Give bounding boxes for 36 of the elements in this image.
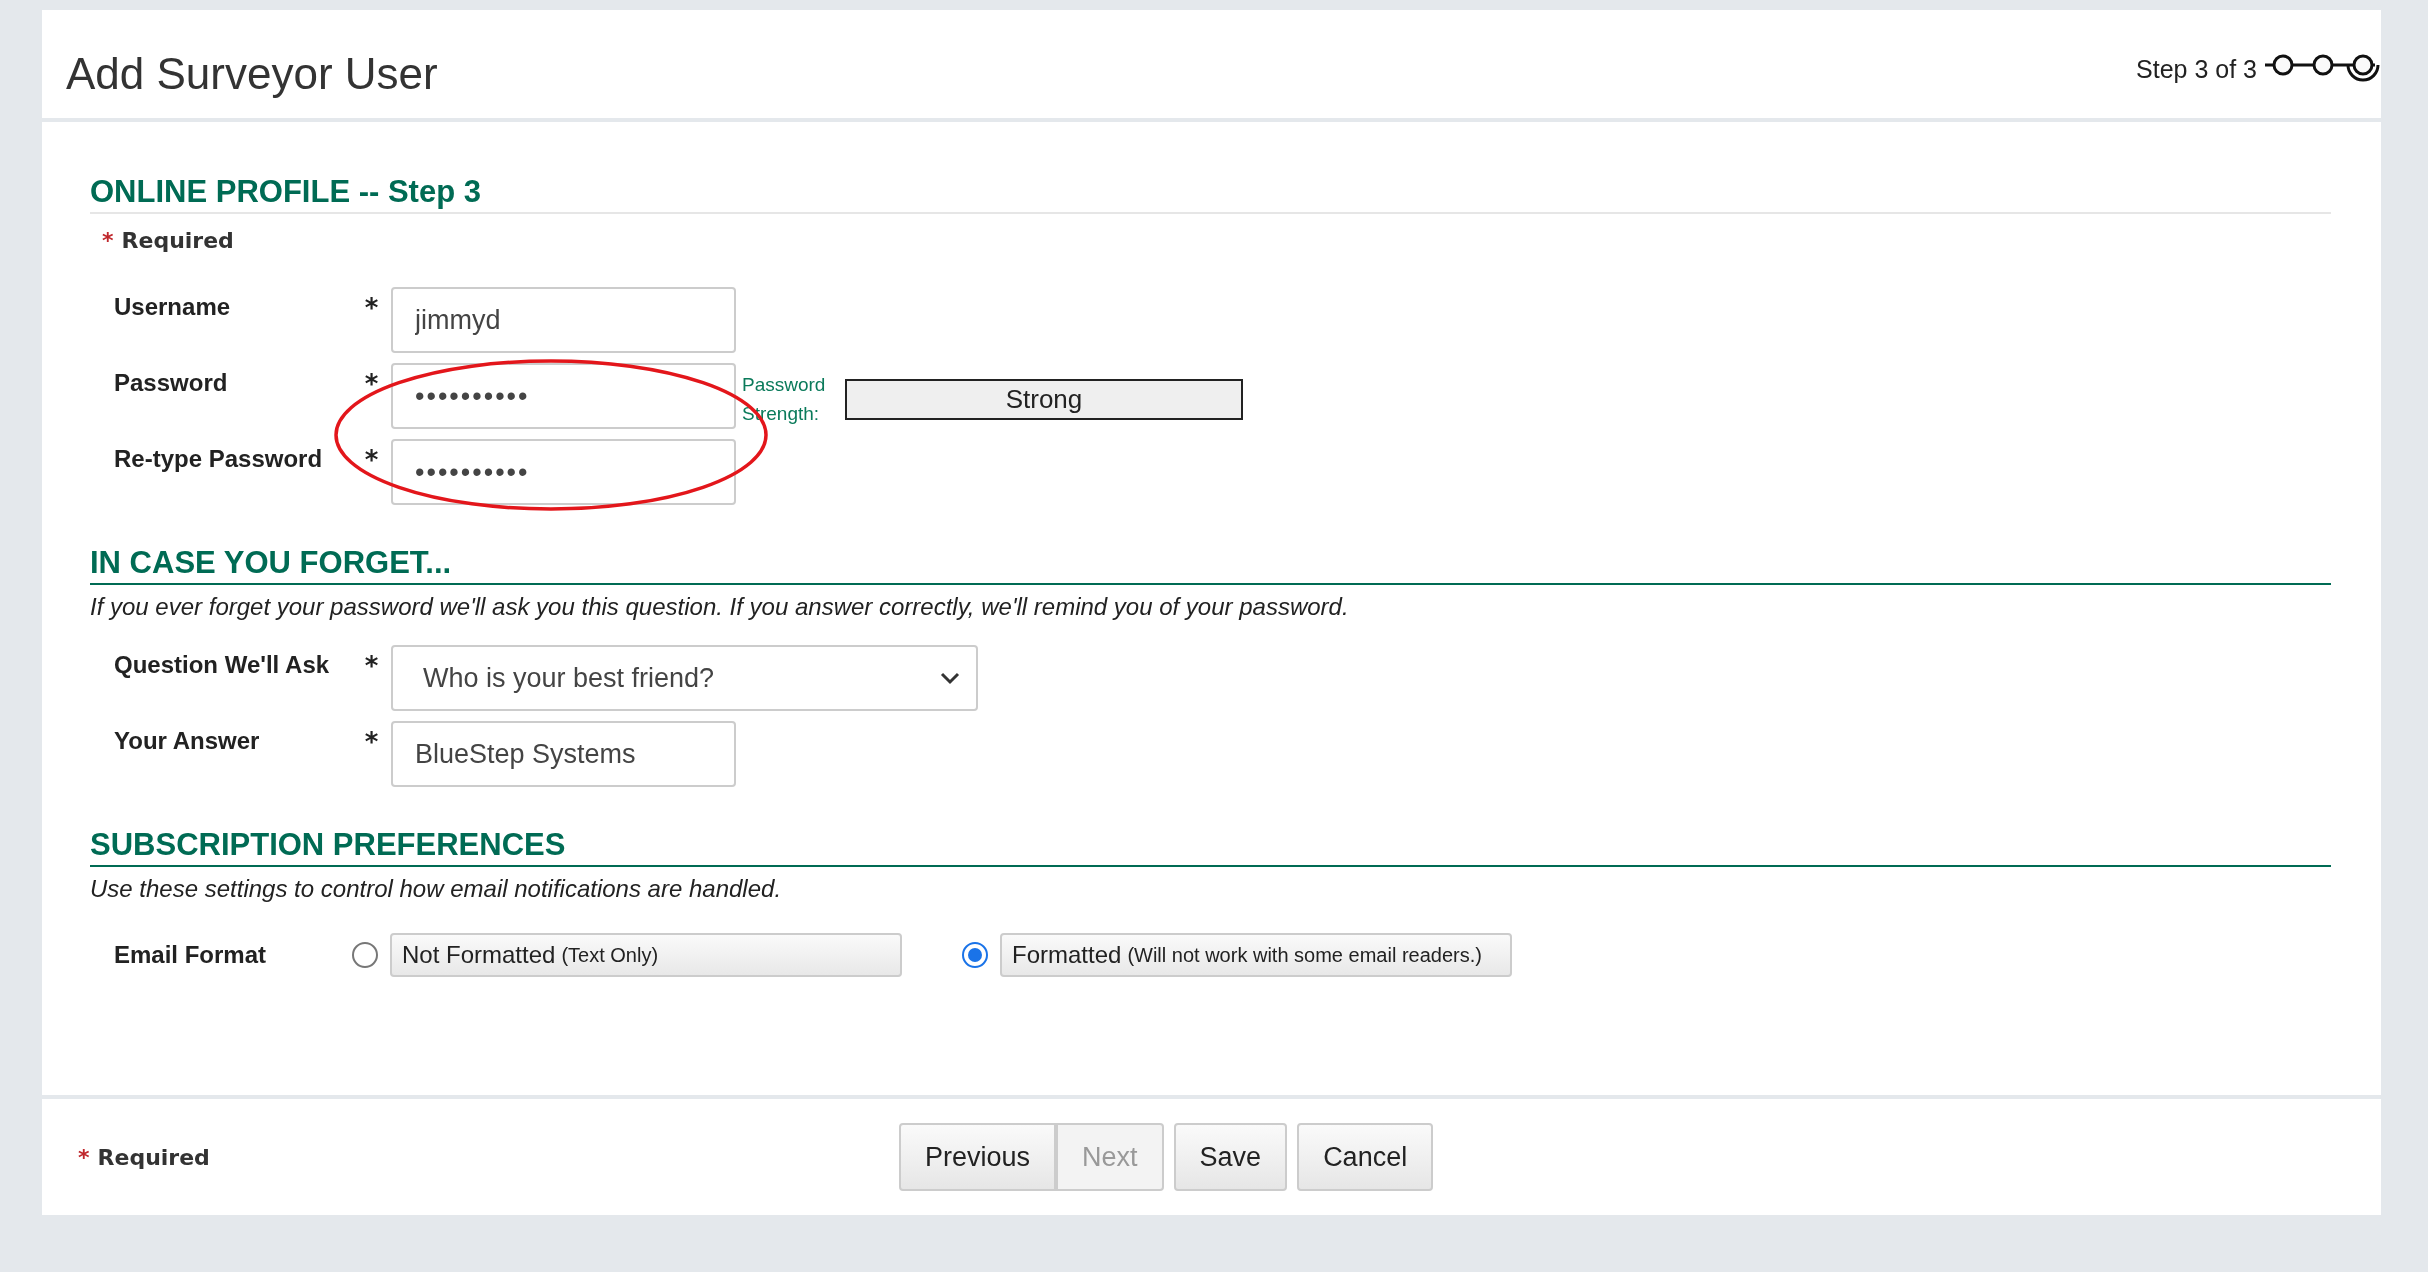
field-label: Re-type Password <box>113 444 324 473</box>
required-legend: Required <box>121 228 234 253</box>
section-heading: IN CASE YOU FORGET... <box>90 545 2331 585</box>
radio-button[interactable] <box>352 942 378 968</box>
section-description: Use these settings to control how email notifications are handled. <box>90 875 783 903</box>
password-strength-meter: Strong <box>845 379 1243 420</box>
password-field[interactable]: •••••••••• <box>391 439 736 505</box>
section-description: If you ever forget your password we'll ask you this question. If you answer correctly, we'll remind you of your password. <box>90 593 1350 621</box>
field-label: Your Answer <box>113 726 261 755</box>
required-asterisk: * <box>363 650 380 681</box>
required-asterisk: * <box>363 444 380 475</box>
radio-option-label[interactable]: Formatted (Will not work with some email readers.) <box>1000 933 1512 977</box>
radio-option-label[interactable]: Not Formatted (Text Only) <box>390 933 902 977</box>
input-field[interactable]: BlueStep Systems <box>391 721 736 787</box>
radio-button[interactable] <box>962 942 988 968</box>
section-heading: ONLINE PROFILE -- Step 3 <box>90 174 2331 214</box>
question-select[interactable]: Who is your best friend? <box>391 645 978 711</box>
input-field[interactable]: jimmyd <box>391 287 736 353</box>
required-asterisk: * <box>102 228 114 253</box>
required-legend: Required <box>97 1144 210 1170</box>
field-label: Password <box>113 368 229 397</box>
field-label: Email Format <box>113 941 268 969</box>
nav-button[interactable]: Previous <box>899 1123 1057 1191</box>
field-label: Question We'll Ask <box>113 650 331 679</box>
section-heading: SUBSCRIPTION PREFERENCES <box>90 827 2331 867</box>
action-button[interactable]: Save <box>1173 1123 1288 1191</box>
page-title: Add Surveyor User <box>66 49 438 99</box>
action-button[interactable]: Cancel <box>1297 1123 1434 1191</box>
password-field[interactable]: •••••••••• <box>391 363 736 429</box>
required-asterisk: * <box>78 1144 90 1170</box>
field-label: Username <box>113 292 232 321</box>
required-asterisk: * <box>363 292 380 323</box>
chevron-down-icon <box>940 671 960 685</box>
step-indicator-text: Step 3 of 3 <box>2136 54 2257 84</box>
required-asterisk: * <box>363 368 380 399</box>
required-asterisk: * <box>363 726 380 757</box>
